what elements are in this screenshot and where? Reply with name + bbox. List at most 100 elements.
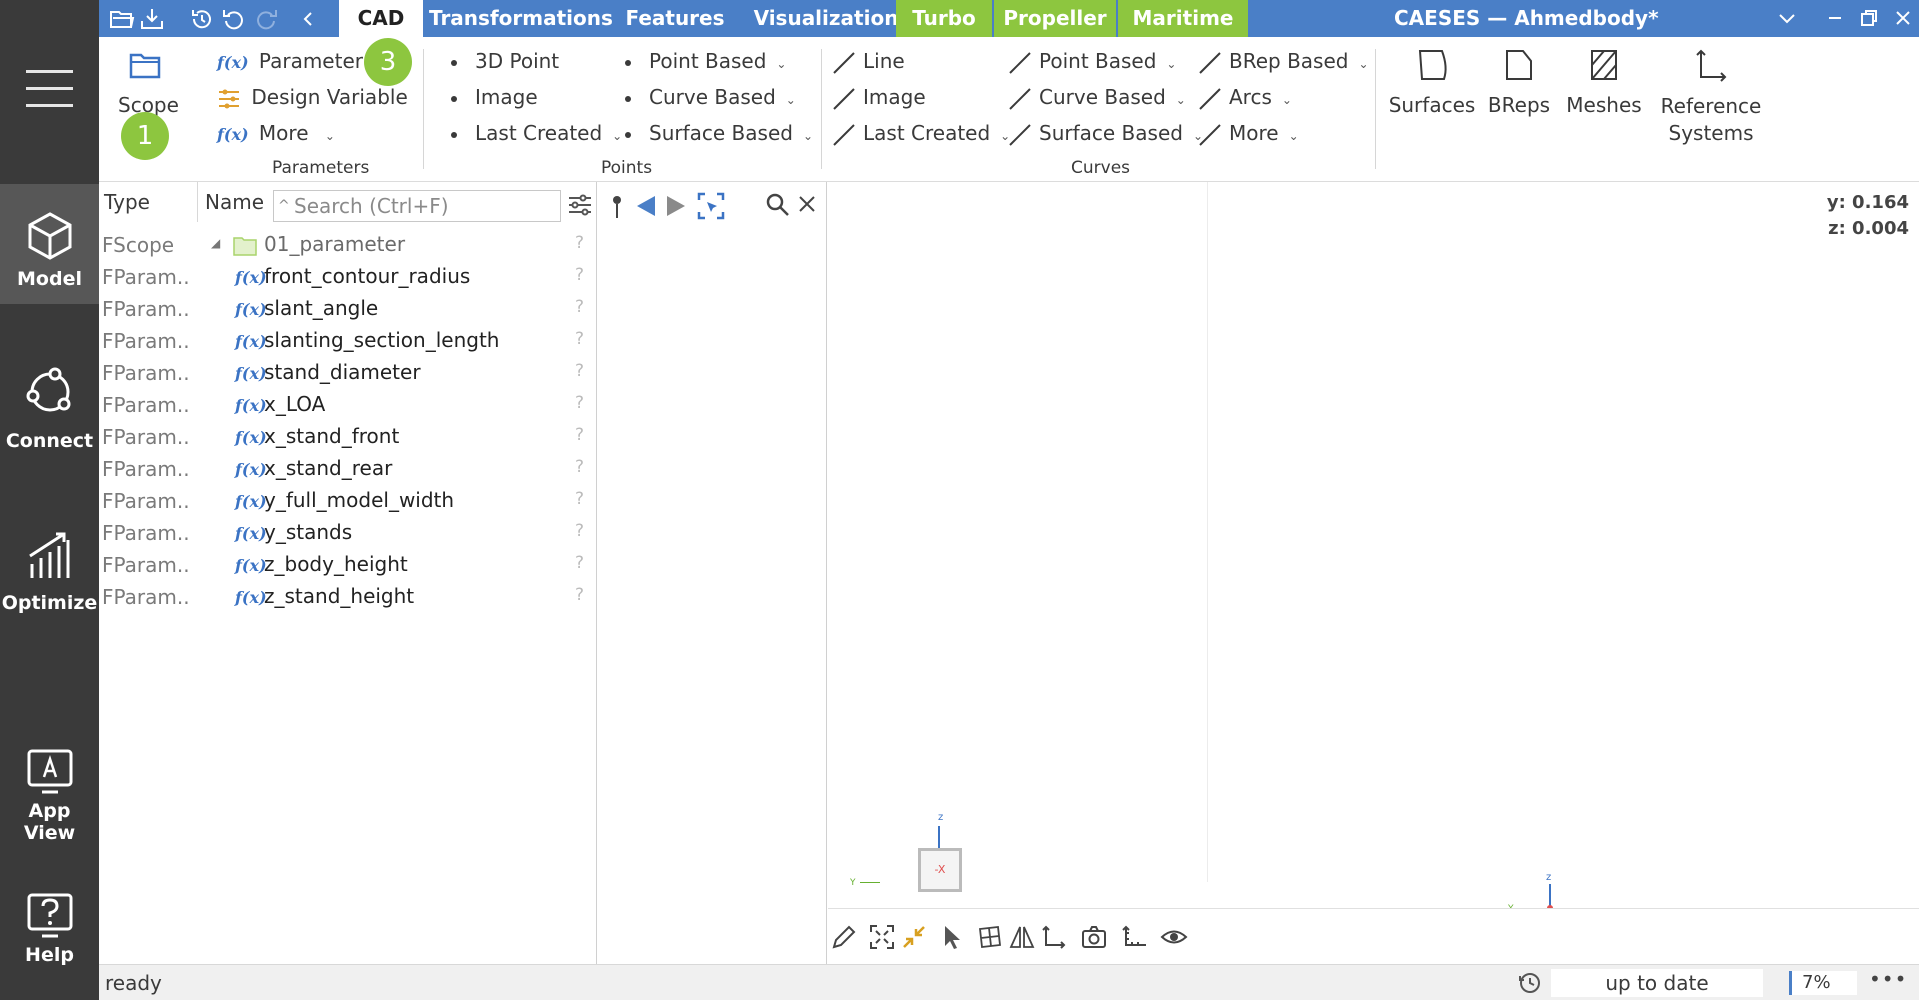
table-row[interactable]: FParam... f(x) x_stand_front?: [99, 422, 597, 454]
table-row[interactable]: FParam... f(x) slanting_section_length?: [99, 326, 597, 358]
table-row[interactable]: FParam... f(x) stand_diameter?: [99, 358, 597, 390]
tab-propeller[interactable]: Propeller: [994, 0, 1116, 37]
table-row[interactable]: FParam... f(x) z_stand_height?: [99, 582, 597, 614]
table-row[interactable]: FParam... f(x) y_stands?: [99, 518, 597, 550]
chevron-down-icon[interactable]: [1775, 6, 1799, 30]
meshes-button[interactable]: Meshes: [1561, 43, 1647, 123]
shrink-view-icon[interactable]: [900, 923, 928, 951]
surfaces-label: Surfaces: [1388, 93, 1476, 117]
restore-icon[interactable]: [1857, 6, 1881, 30]
table-row[interactable]: FParam... f(x) x_stand_rear?: [99, 454, 597, 486]
curve-image-button[interactable]: Image: [831, 85, 926, 112]
curve-curve-based-button[interactable]: Curve Based ⌄: [1007, 85, 1186, 112]
zoom-level[interactable]: 7%: [1789, 971, 1857, 995]
table-row[interactable]: FParam... f(x) slant_angle?: [99, 294, 597, 326]
surfaces-button[interactable]: Surfaces: [1385, 43, 1479, 123]
grid-plane-icon[interactable]: [976, 923, 1004, 951]
sidebar-item-connect[interactable]: Connect: [0, 346, 99, 466]
table-row[interactable]: FParam... f(x) z_body_height?: [99, 550, 597, 582]
table-row[interactable]: FParam... f(x) y_full_model_width?: [99, 486, 597, 518]
step-badge-1: 1: [121, 112, 169, 160]
help-mark: ?: [575, 425, 585, 445]
table-row[interactable]: FParam... f(x) x_LOA?: [99, 390, 597, 422]
undo-icon[interactable]: [221, 6, 247, 32]
curve-last-created-button[interactable]: Last Created ⌄: [831, 121, 1010, 148]
view-cube[interactable]: -X: [918, 848, 962, 892]
column-header-type[interactable]: Type: [104, 190, 150, 214]
select-target-icon[interactable]: [697, 192, 725, 220]
back-arrow-icon[interactable]: [635, 194, 657, 218]
curve-surface-based-button[interactable]: Surface Based ⌄: [1007, 121, 1203, 148]
chevron-left-icon[interactable]: [295, 6, 321, 32]
more-options-icon[interactable]: •••: [1869, 967, 1907, 991]
open-folder-icon[interactable]: [109, 6, 135, 32]
point-image-button[interactable]: Image: [451, 85, 538, 109]
camera-icon[interactable]: [1080, 923, 1108, 951]
reference-systems-button[interactable]: Reference Systems: [1651, 43, 1771, 153]
more-parameters-button[interactable]: f(x) More ⌄: [217, 121, 335, 145]
surface-based-point-button[interactable]: Surface Based ⌄: [625, 121, 813, 145]
pin-icon[interactable]: [609, 194, 625, 220]
point-last-created-button[interactable]: Last Created ⌄: [451, 121, 622, 145]
row-name: y_full_model_width: [264, 488, 455, 512]
fit-view-icon[interactable]: [868, 923, 896, 951]
tab-turbo[interactable]: Turbo: [896, 0, 992, 37]
tree-folder-row[interactable]: FScope ◢ 01_parameter ?: [99, 230, 597, 262]
eye-icon[interactable]: [1160, 923, 1188, 951]
curve-point-based-button[interactable]: Point Based ⌄: [1007, 49, 1176, 76]
save-icon[interactable]: [139, 6, 165, 32]
tab-transformations[interactable]: Transformations: [429, 0, 613, 37]
filter-settings-icon[interactable]: [567, 192, 593, 218]
update-status[interactable]: up to date: [1551, 969, 1763, 997]
expand-triangle-icon[interactable]: ◢: [211, 236, 220, 250]
3d-viewport[interactable]: y: 0.164 z: 0.004 z -X Y z Y: [828, 182, 1919, 964]
minimize-icon[interactable]: [1823, 6, 1847, 30]
axis-icon[interactable]: [1038, 923, 1066, 951]
breps-button[interactable]: BReps: [1479, 43, 1559, 123]
pencil-icon[interactable]: [830, 923, 858, 951]
sidebar-item-optimize[interactable]: Optimize: [0, 508, 99, 628]
point-icon: [625, 59, 631, 66]
history-clock-icon[interactable]: [1517, 970, 1543, 996]
forward-arrow-icon[interactable]: [665, 194, 687, 218]
design-variable-button[interactable]: Design Variable: [217, 85, 408, 110]
sidebar-item-app-view[interactable]: App View: [0, 736, 99, 856]
brep-based-button[interactable]: BRep Based ⌄: [1197, 49, 1369, 76]
redo-icon[interactable]: [253, 6, 279, 32]
close-icon[interactable]: [1891, 6, 1915, 30]
status-text: ready: [105, 971, 162, 995]
tab-cad[interactable]: CAD: [339, 0, 423, 37]
line-icon: [1009, 87, 1031, 110]
function-icon: f(x): [235, 492, 267, 511]
view-splitter[interactable]: [1207, 182, 1208, 882]
chevron-down-icon: ⌄: [776, 57, 787, 71]
point-based-button[interactable]: Point Based ⌄: [625, 49, 786, 73]
table-row[interactable]: FParam... f(x) front_contour_radius?: [99, 262, 597, 294]
mesh-icon: [1591, 50, 1617, 80]
mirror-icon[interactable]: [1008, 923, 1036, 951]
search-input[interactable]: ^ Search (Ctrl+F): [273, 190, 561, 222]
help-mark: ?: [575, 585, 585, 605]
history-icon[interactable]: [189, 6, 215, 32]
tab-features[interactable]: Features: [615, 0, 735, 37]
column-header-name[interactable]: Name: [205, 190, 264, 214]
measure-icon[interactable]: [1120, 923, 1148, 951]
parameter-button[interactable]: f(x) Parameter: [217, 49, 363, 73]
arcs-button[interactable]: Arcs ⌄: [1197, 85, 1292, 112]
hamburger-menu-icon[interactable]: [26, 70, 73, 108]
curve-based-point-button[interactable]: Curve Based ⌄: [625, 85, 796, 109]
more-curves-button[interactable]: More ⌄: [1197, 121, 1299, 148]
sidebar-item-help[interactable]: Help: [0, 880, 99, 1000]
surface-icon: [1418, 50, 1447, 80]
cursor-icon[interactable]: [938, 923, 966, 951]
line-button[interactable]: Line: [831, 49, 905, 76]
tab-visualization[interactable]: Visualization: [741, 0, 911, 37]
point-3d-button[interactable]: 3D Point: [451, 49, 559, 73]
sidebar-item-model[interactable]: Model: [0, 184, 99, 304]
close-icon[interactable]: [797, 194, 817, 214]
line-icon: [1009, 51, 1031, 74]
scope-button[interactable]: Scope: [109, 43, 179, 123]
search-icon[interactable]: [765, 192, 791, 218]
tab-maritime[interactable]: Maritime: [1118, 0, 1248, 37]
view-cube-gizmo[interactable]: z -X Y: [848, 812, 962, 892]
